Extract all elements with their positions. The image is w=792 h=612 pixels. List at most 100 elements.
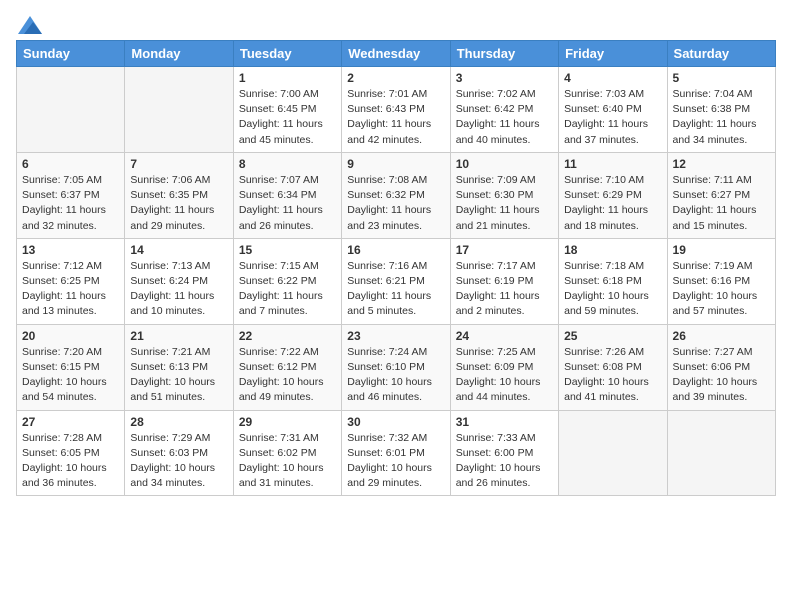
day-info: Sunrise: 7:24 AM Sunset: 6:10 PM Dayligh… xyxy=(347,345,444,406)
calendar-week-1: 1 Sunrise: 7:00 AM Sunset: 6:45 PM Daylig… xyxy=(17,67,776,153)
calendar-cell: 26 Sunrise: 7:27 AM Sunset: 6:06 PM Dayli… xyxy=(667,324,775,410)
day-info: Sunrise: 7:11 AM Sunset: 6:27 PM Dayligh… xyxy=(673,173,770,234)
calendar-cell: 9Sunrise: 7:08 AM Sunset: 6:32 PM Daylig… xyxy=(342,152,450,238)
day-number: 25 xyxy=(564,329,661,343)
day-number: 11 xyxy=(564,157,661,171)
calendar-cell: 2 Sunrise: 7:01 AM Sunset: 6:43 PM Daylig… xyxy=(342,67,450,153)
calendar-cell: 5 Sunrise: 7:04 AM Sunset: 6:38 PM Daylig… xyxy=(667,67,775,153)
calendar-cell xyxy=(125,67,233,153)
day-info: Sunrise: 7:15 AM Sunset: 6:22 PM Dayligh… xyxy=(239,259,336,320)
day-info: Sunrise: 7:04 AM Sunset: 6:38 PM Dayligh… xyxy=(673,87,770,148)
calendar-cell xyxy=(17,67,125,153)
day-number: 15 xyxy=(239,243,336,257)
day-info: Sunrise: 7:01 AM Sunset: 6:43 PM Dayligh… xyxy=(347,87,444,148)
day-number: 13 xyxy=(22,243,119,257)
day-info: Sunrise: 7:29 AM Sunset: 6:03 PM Dayligh… xyxy=(130,431,227,492)
day-number: 28 xyxy=(130,415,227,429)
day-info: Sunrise: 7:02 AM Sunset: 6:42 PM Dayligh… xyxy=(456,87,553,148)
calendar-cell: 8Sunrise: 7:07 AM Sunset: 6:34 PM Daylig… xyxy=(233,152,341,238)
calendar-cell xyxy=(559,410,667,496)
day-info: Sunrise: 7:33 AM Sunset: 6:00 PM Dayligh… xyxy=(456,431,553,492)
calendar-cell: 25 Sunrise: 7:26 AM Sunset: 6:08 PM Dayli… xyxy=(559,324,667,410)
calendar-cell: 23Sunrise: 7:24 AM Sunset: 6:10 PM Dayli… xyxy=(342,324,450,410)
day-info: Sunrise: 7:06 AM Sunset: 6:35 PM Dayligh… xyxy=(130,173,227,234)
day-number: 24 xyxy=(456,329,553,343)
calendar-week-2: 6 Sunrise: 7:05 AM Sunset: 6:37 PM Daylig… xyxy=(17,152,776,238)
day-number: 3 xyxy=(456,71,553,85)
day-number: 14 xyxy=(130,243,227,257)
logo xyxy=(16,16,42,34)
day-number: 12 xyxy=(673,157,770,171)
calendar-cell: 20 Sunrise: 7:20 AM Sunset: 6:15 PM Dayli… xyxy=(17,324,125,410)
calendar-cell: 24 Sunrise: 7:25 AM Sunset: 6:09 PM Dayli… xyxy=(450,324,558,410)
calendar-cell: 22 Sunrise: 7:22 AM Sunset: 6:12 PM Dayli… xyxy=(233,324,341,410)
day-info: Sunrise: 7:17 AM Sunset: 6:19 PM Dayligh… xyxy=(456,259,553,320)
day-number: 20 xyxy=(22,329,119,343)
calendar-cell: 11 Sunrise: 7:10 AM Sunset: 6:29 PM Dayli… xyxy=(559,152,667,238)
calendar-cell: 6 Sunrise: 7:05 AM Sunset: 6:37 PM Daylig… xyxy=(17,152,125,238)
calendar-cell: 1 Sunrise: 7:00 AM Sunset: 6:45 PM Daylig… xyxy=(233,67,341,153)
day-number: 6 xyxy=(22,157,119,171)
day-info: Sunrise: 7:26 AM Sunset: 6:08 PM Dayligh… xyxy=(564,345,661,406)
day-info: Sunrise: 7:32 AM Sunset: 6:01 PM Dayligh… xyxy=(347,431,444,492)
day-info: Sunrise: 7:22 AM Sunset: 6:12 PM Dayligh… xyxy=(239,345,336,406)
day-info: Sunrise: 7:18 AM Sunset: 6:18 PM Dayligh… xyxy=(564,259,661,320)
day-info: Sunrise: 7:19 AM Sunset: 6:16 PM Dayligh… xyxy=(673,259,770,320)
day-number: 22 xyxy=(239,329,336,343)
day-number: 29 xyxy=(239,415,336,429)
calendar-cell: 30 Sunrise: 7:32 AM Sunset: 6:01 PM Dayli… xyxy=(342,410,450,496)
calendar-cell: 7 Sunrise: 7:06 AM Sunset: 6:35 PM Daylig… xyxy=(125,152,233,238)
weekday-header-saturday: Saturday xyxy=(667,41,775,67)
day-info: Sunrise: 7:08 AM Sunset: 6:32 PM Dayligh… xyxy=(347,173,444,234)
day-info: Sunrise: 7:00 AM Sunset: 6:45 PM Dayligh… xyxy=(239,87,336,148)
day-number: 26 xyxy=(673,329,770,343)
page-header xyxy=(16,16,776,34)
day-info: Sunrise: 7:28 AM Sunset: 6:05 PM Dayligh… xyxy=(22,431,119,492)
day-info: Sunrise: 7:20 AM Sunset: 6:15 PM Dayligh… xyxy=(22,345,119,406)
calendar-cell: 14 Sunrise: 7:13 AM Sunset: 6:24 PM Dayli… xyxy=(125,238,233,324)
day-info: Sunrise: 7:25 AM Sunset: 6:09 PM Dayligh… xyxy=(456,345,553,406)
day-number: 10 xyxy=(456,157,553,171)
day-number: 1 xyxy=(239,71,336,85)
calendar-cell: 19 Sunrise: 7:19 AM Sunset: 6:16 PM Dayli… xyxy=(667,238,775,324)
weekday-header-sunday: Sunday xyxy=(17,41,125,67)
day-info: Sunrise: 7:09 AM Sunset: 6:30 PM Dayligh… xyxy=(456,173,553,234)
day-number: 7 xyxy=(130,157,227,171)
day-number: 4 xyxy=(564,71,661,85)
day-number: 8 xyxy=(239,157,336,171)
calendar-cell: 3 Sunrise: 7:02 AM Sunset: 6:42 PM Daylig… xyxy=(450,67,558,153)
calendar-table: SundayMondayTuesdayWednesdayThursdayFrid… xyxy=(16,40,776,496)
day-number: 5 xyxy=(673,71,770,85)
day-info: Sunrise: 7:16 AM Sunset: 6:21 PM Dayligh… xyxy=(347,259,444,320)
day-info: Sunrise: 7:03 AM Sunset: 6:40 PM Dayligh… xyxy=(564,87,661,148)
day-info: Sunrise: 7:13 AM Sunset: 6:24 PM Dayligh… xyxy=(130,259,227,320)
day-info: Sunrise: 7:10 AM Sunset: 6:29 PM Dayligh… xyxy=(564,173,661,234)
calendar-cell: 21Sunrise: 7:21 AM Sunset: 6:13 PM Dayli… xyxy=(125,324,233,410)
day-info: Sunrise: 7:05 AM Sunset: 6:37 PM Dayligh… xyxy=(22,173,119,234)
calendar-cell xyxy=(667,410,775,496)
day-number: 16 xyxy=(347,243,444,257)
weekday-header-wednesday: Wednesday xyxy=(342,41,450,67)
day-number: 31 xyxy=(456,415,553,429)
day-info: Sunrise: 7:12 AM Sunset: 6:25 PM Dayligh… xyxy=(22,259,119,320)
calendar-week-4: 20 Sunrise: 7:20 AM Sunset: 6:15 PM Dayli… xyxy=(17,324,776,410)
calendar-cell: 31 Sunrise: 7:33 AM Sunset: 6:00 PM Dayli… xyxy=(450,410,558,496)
calendar-cell: 4 Sunrise: 7:03 AM Sunset: 6:40 PM Daylig… xyxy=(559,67,667,153)
day-info: Sunrise: 7:31 AM Sunset: 6:02 PM Dayligh… xyxy=(239,431,336,492)
calendar-cell: 18 Sunrise: 7:18 AM Sunset: 6:18 PM Dayli… xyxy=(559,238,667,324)
calendar-cell: 13 Sunrise: 7:12 AM Sunset: 6:25 PM Dayli… xyxy=(17,238,125,324)
calendar-cell: 27 Sunrise: 7:28 AM Sunset: 6:05 PM Dayli… xyxy=(17,410,125,496)
day-info: Sunrise: 7:21 AM Sunset: 6:13 PM Dayligh… xyxy=(130,345,227,406)
calendar-header-row: SundayMondayTuesdayWednesdayThursdayFrid… xyxy=(17,41,776,67)
calendar-cell: 16 Sunrise: 7:16 AM Sunset: 6:21 PM Dayli… xyxy=(342,238,450,324)
weekday-header-friday: Friday xyxy=(559,41,667,67)
day-number: 2 xyxy=(347,71,444,85)
day-number: 30 xyxy=(347,415,444,429)
day-number: 18 xyxy=(564,243,661,257)
calendar-body: 1 Sunrise: 7:00 AM Sunset: 6:45 PM Daylig… xyxy=(17,67,776,496)
calendar-cell: 17Sunrise: 7:17 AM Sunset: 6:19 PM Dayli… xyxy=(450,238,558,324)
day-number: 19 xyxy=(673,243,770,257)
weekday-header-thursday: Thursday xyxy=(450,41,558,67)
day-info: Sunrise: 7:27 AM Sunset: 6:06 PM Dayligh… xyxy=(673,345,770,406)
day-number: 27 xyxy=(22,415,119,429)
